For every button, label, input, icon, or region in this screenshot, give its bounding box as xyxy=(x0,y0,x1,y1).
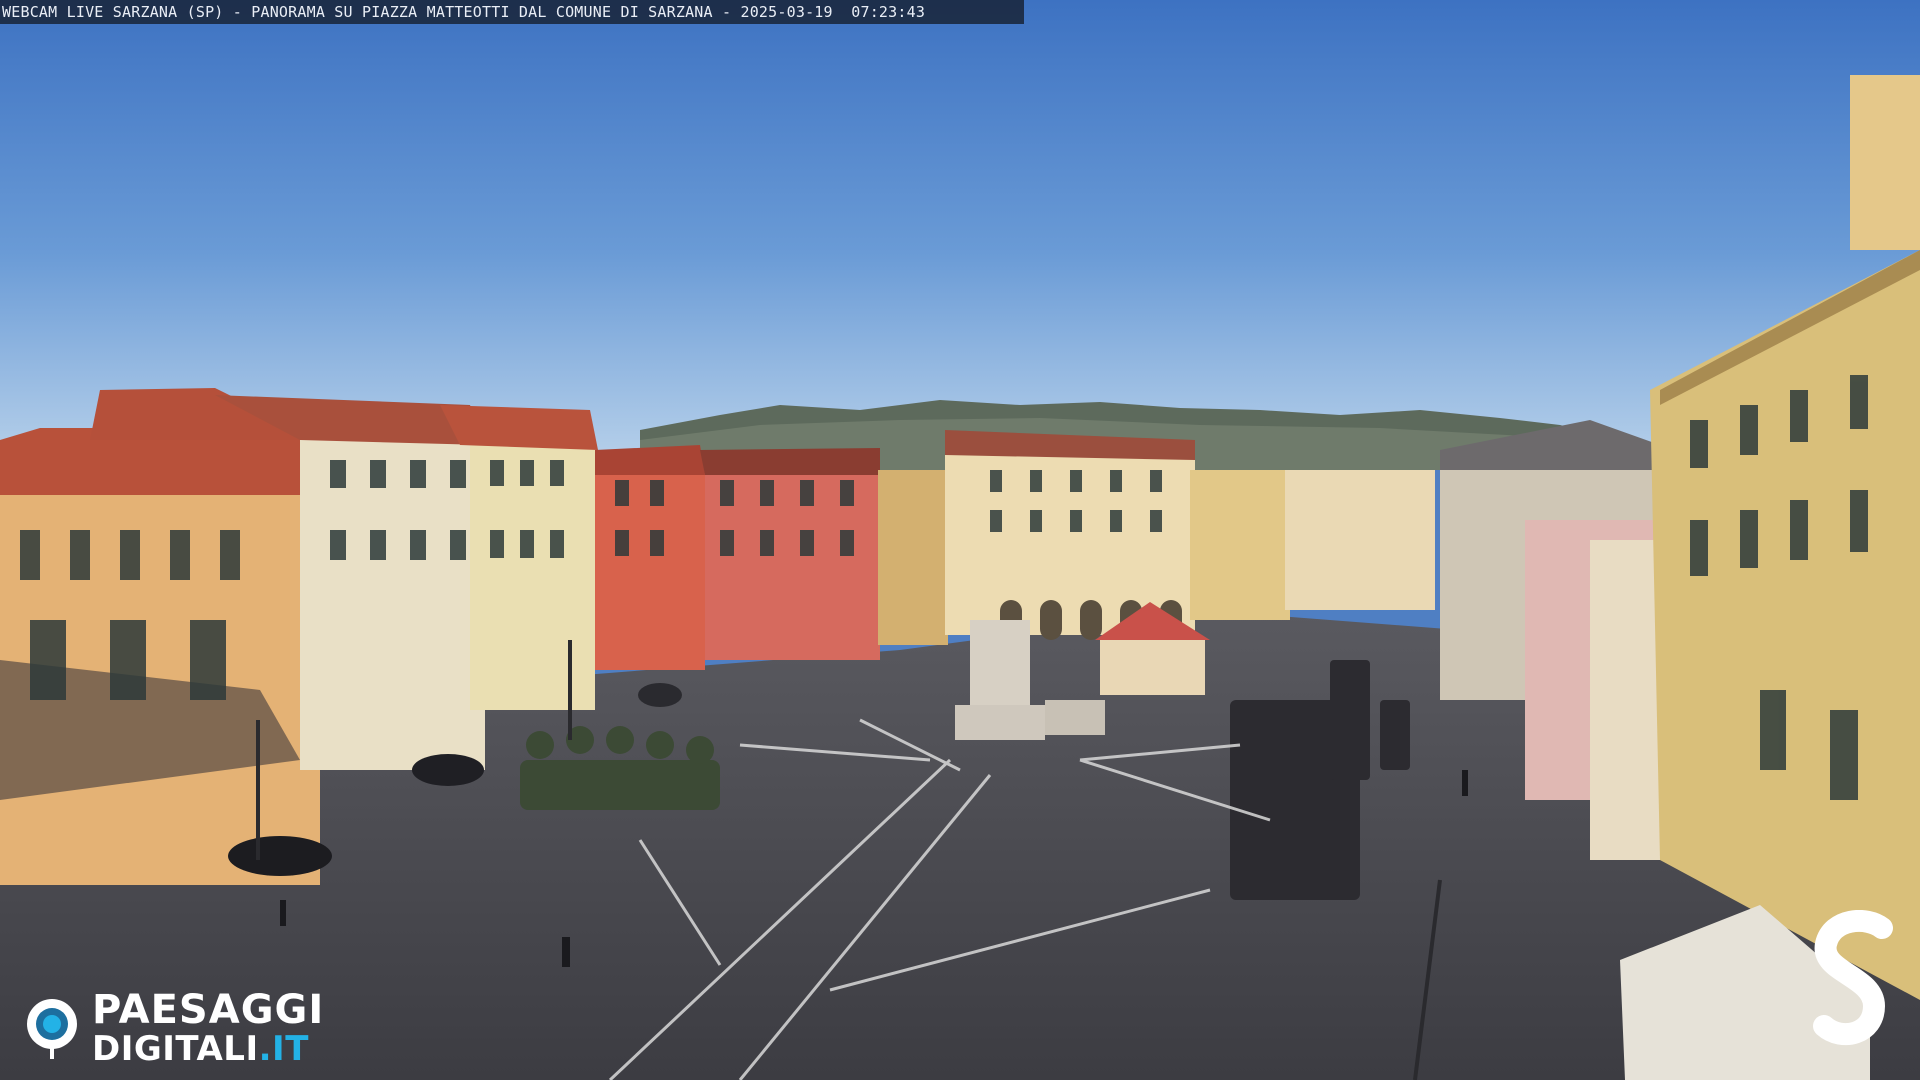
sky xyxy=(0,0,1920,460)
eye-logo-icon xyxy=(27,999,77,1059)
webcam-scene xyxy=(0,0,1920,1080)
car xyxy=(228,836,332,876)
car xyxy=(638,683,682,707)
logo-digitali: DIGITALI xyxy=(92,1029,259,1069)
pedestrian xyxy=(280,900,286,926)
sarzana-s-logo xyxy=(1813,910,1893,1046)
pedestrian xyxy=(562,937,570,967)
pedestrian xyxy=(1462,770,1468,796)
logo-line-paesaggi: PAESAGGI xyxy=(92,987,325,1033)
paesaggi-digitali-logo: PAESAGGI DIGITALI.IT xyxy=(26,990,324,1066)
logo-tld: .IT xyxy=(258,1029,309,1069)
logo-text: PAESAGGI DIGITALI.IT xyxy=(92,990,324,1066)
webcam-frame: WEBCAM LIVE SARZANA (SP) - PANORAMA SU P… xyxy=(0,0,1920,1080)
webcam-caption: WEBCAM LIVE SARZANA (SP) - PANORAMA SU P… xyxy=(0,0,1024,24)
car xyxy=(412,754,484,786)
logo-line-digitali: DIGITALI.IT xyxy=(92,1032,324,1066)
